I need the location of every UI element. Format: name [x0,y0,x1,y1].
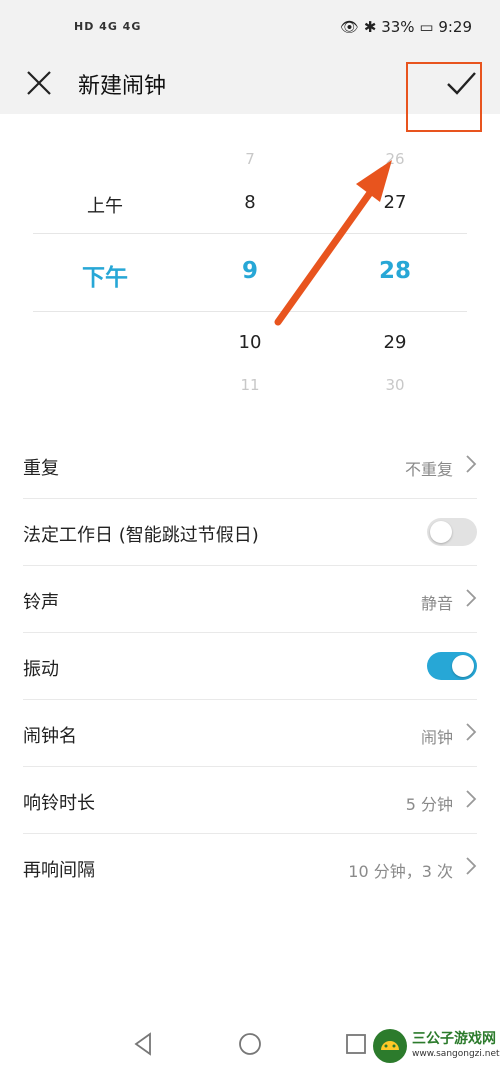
status-time: 9:29 [438,18,472,36]
setting-label: 闹钟名 [23,726,77,747]
chevron-right-icon [466,589,477,607]
ampm-option-pm-selected[interactable]: 下午 [60,258,150,292]
status-bar: HD 4G 4G 👁 ✱ 33% ▭ 9:29 [0,0,500,56]
bluetooth-icon: ✱ [363,18,377,36]
minute-option[interactable]: 27 [355,192,435,213]
setting-label: 振动 [23,659,59,680]
vibrate-toggle[interactable] [427,652,477,680]
status-right: 👁 ✱ 33% ▭ 9:29 [340,18,472,36]
minute-option[interactable]: 30 [355,376,435,394]
eye-icon: 👁 [340,18,360,36]
setting-value: 10 分钟，3 次 [348,862,453,881]
close-icon[interactable] [24,68,54,98]
watermark-title: 三公子游戏网 [412,1031,496,1047]
battery-icon: ▭ [419,18,434,36]
setting-value: 闹钟 [420,728,453,747]
chevron-right-icon [466,790,477,808]
hour-option[interactable]: 7 [210,150,290,168]
picker-divider-bottom [33,311,467,312]
picker-divider-top [33,233,467,234]
setting-repeat[interactable]: 重复 不重复 [23,432,477,499]
workday-toggle[interactable] [427,518,477,546]
watermark: 三公子游戏网 www.sangongzi.net [370,1024,500,1070]
setting-value: 静音 [420,594,453,613]
hour-option[interactable]: 11 [210,376,290,394]
minute-option[interactable]: 26 [355,150,435,168]
setting-alarm-name[interactable]: 闹钟名 闹钟 [23,700,477,767]
home-nav-icon[interactable] [236,1030,264,1058]
chevron-right-icon [466,857,477,875]
hour-option[interactable]: 8 [210,192,290,213]
chevron-right-icon [466,455,477,473]
setting-value: 5 分钟 [405,795,453,814]
minute-option[interactable]: 29 [355,332,435,353]
setting-label: 重复 [23,458,59,479]
time-picker[interactable]: 上午 下午 7 8 9 10 11 26 27 28 29 30 [0,114,500,414]
battery-percent: 33% [381,18,415,36]
settings-list: 重复 不重复 法定工作日 (智能跳过节假日) 铃声 静音 振动 闹钟名 闹钟 响… [0,432,500,900]
watermark-url: www.sangongzi.net [412,1049,500,1059]
toggle-knob [430,521,452,543]
minute-selected[interactable]: 28 [355,258,435,284]
status-left-icons: HD 4G 4G [74,20,142,33]
hour-selected[interactable]: 9 [210,258,290,284]
setting-snooze[interactable]: 再响间隔 10 分钟，3 次 [23,834,477,900]
setting-vibrate[interactable]: 振动 [23,633,477,700]
setting-label: 响铃时长 [23,793,95,814]
recents-nav-icon[interactable] [342,1030,370,1058]
toggle-knob [452,655,474,677]
setting-workday[interactable]: 法定工作日 (智能跳过节假日) [23,499,477,566]
setting-value: 不重复 [404,460,453,479]
page-title: 新建闹钟 [78,74,167,99]
android-logo-icon [373,1029,407,1063]
setting-label: 铃声 [23,592,59,613]
chevron-right-icon [466,723,477,741]
setting-ring-duration[interactable]: 响铃时长 5 分钟 [23,767,477,834]
hour-option[interactable]: 10 [210,332,290,353]
back-nav-icon[interactable] [130,1030,158,1058]
ampm-option-am[interactable]: 上午 [60,192,150,218]
setting-label: 法定工作日 (智能跳过节假日) [23,525,259,546]
setting-ringtone[interactable]: 铃声 静音 [23,566,477,633]
setting-label: 再响间隔 [23,860,95,881]
